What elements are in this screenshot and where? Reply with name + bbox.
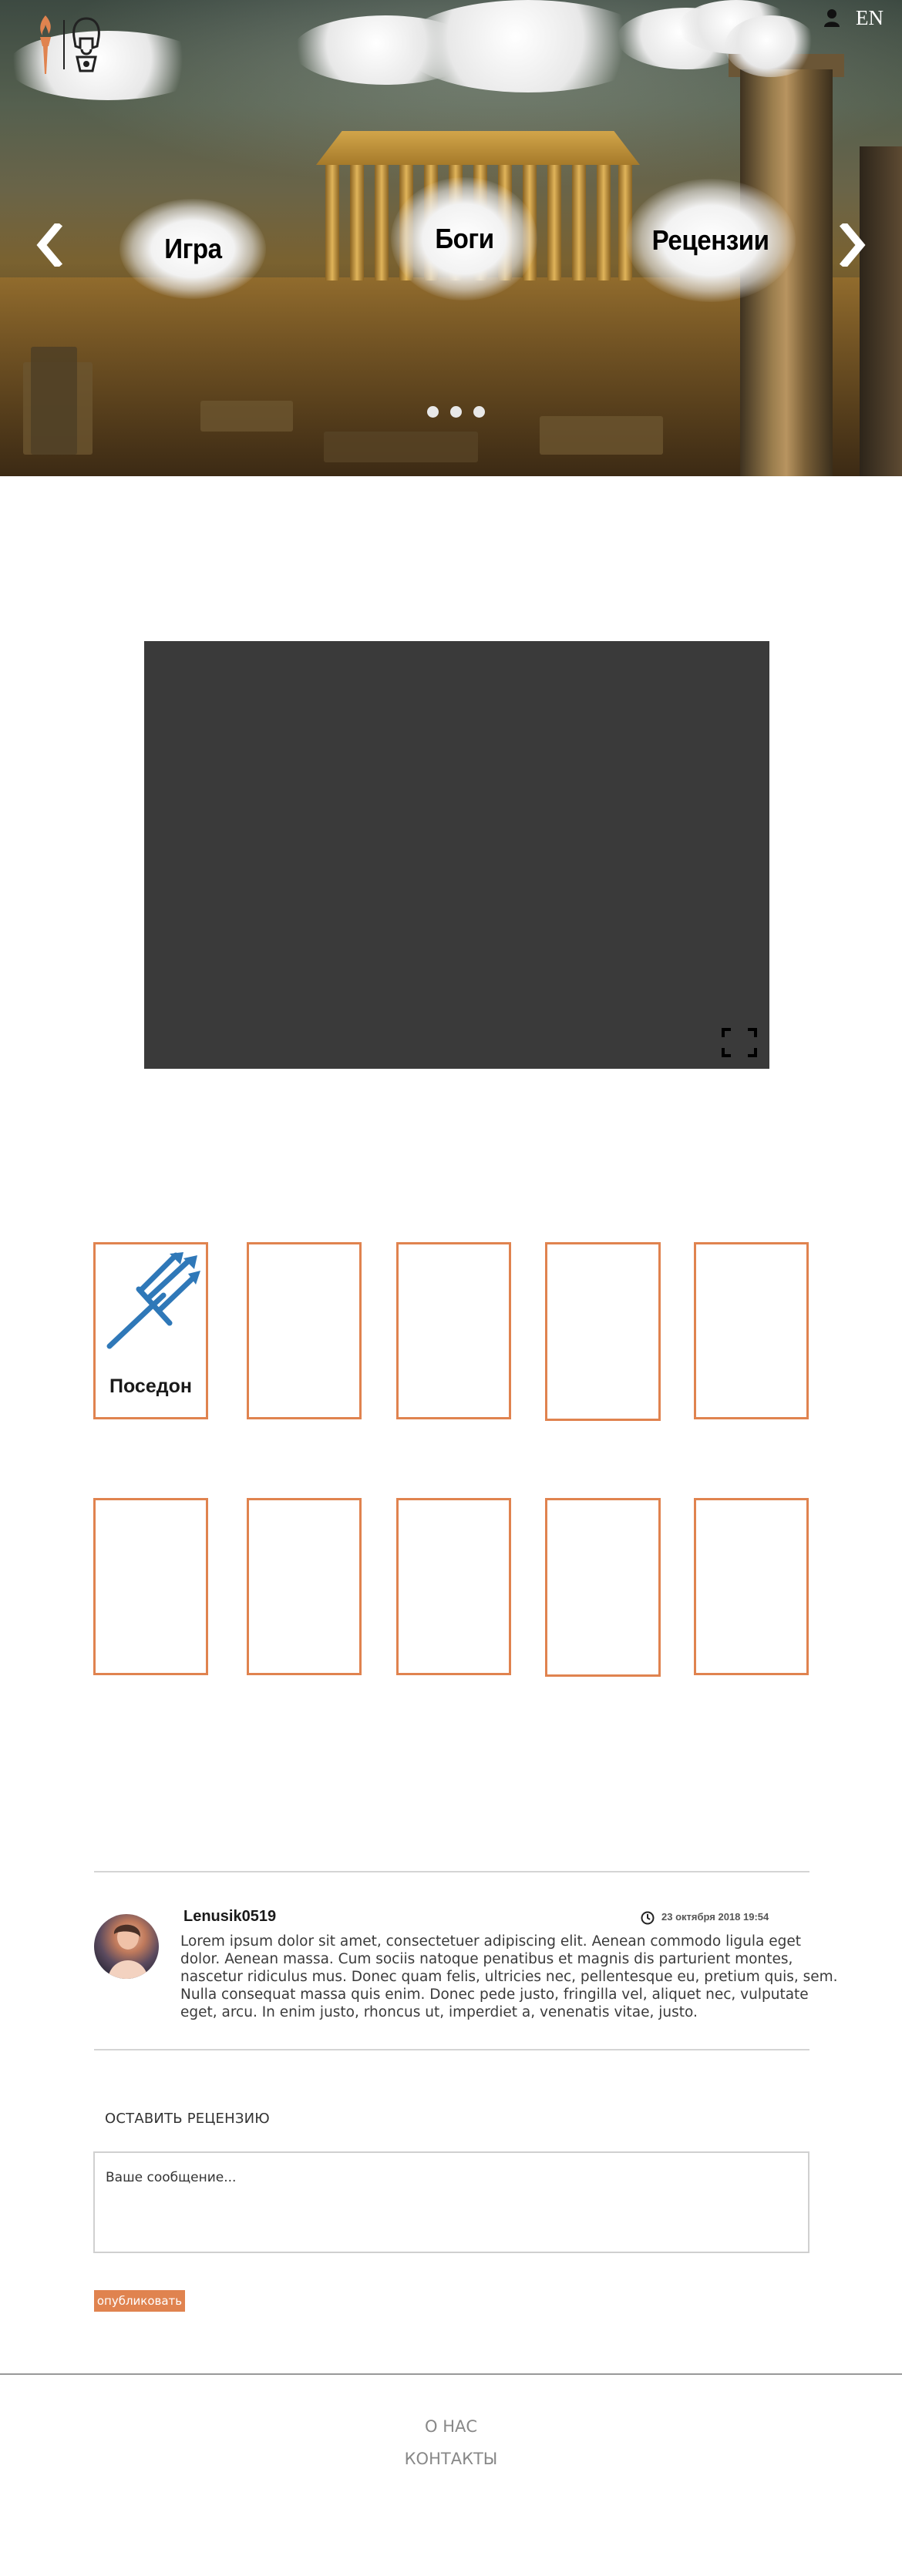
site-logo[interactable] (31, 11, 108, 80)
god-card[interactable] (694, 1242, 809, 1419)
nav-item-gods[interactable]: Боги (391, 177, 537, 301)
god-card[interactable] (247, 1498, 362, 1675)
avatar (94, 1914, 159, 1979)
god-card[interactable] (247, 1242, 362, 1419)
slider-dot[interactable] (450, 406, 462, 418)
god-card[interactable] (396, 1498, 511, 1675)
review-text: Lorem ipsum dolor sit amet, consectetuer… (180, 1933, 838, 2020)
footer-link-about[interactable]: О НАС (0, 2417, 902, 2436)
slider-next-arrow-icon[interactable] (836, 223, 870, 267)
nav-item-reviews[interactable]: Рецензии (626, 179, 796, 302)
god-card-poseidon[interactable]: Поседон (93, 1242, 208, 1419)
avatar-figure-icon (108, 1924, 148, 1979)
language-switch[interactable]: EN (856, 6, 883, 30)
nav-item-game[interactable]: Игра (119, 199, 266, 299)
god-card[interactable] (93, 1498, 208, 1675)
hero-banner: EN Игра Боги Рецензии (0, 0, 902, 476)
god-card-name: Поседон (109, 1375, 192, 1397)
slider-dots (427, 406, 485, 418)
leave-review-heading: ОСТАВИТЬ РЕЦЕНЗИЮ (105, 2111, 270, 2127)
decor-cloud (725, 15, 817, 77)
divider (94, 2049, 809, 2050)
footer-link-contacts[interactable]: КОНТАКТЫ (0, 2450, 902, 2468)
clock-icon (641, 1911, 655, 1925)
review-message-input[interactable] (93, 2151, 809, 2253)
fullscreen-icon[interactable] (722, 1028, 757, 1057)
helmet-icon (72, 17, 100, 72)
decor-rubble (324, 432, 478, 462)
decor-rubble (31, 347, 77, 455)
video-player[interactable] (144, 641, 769, 1069)
slider-prev-arrow-icon[interactable] (32, 223, 66, 267)
god-card[interactable] (694, 1498, 809, 1675)
user-icon[interactable] (823, 8, 840, 28)
review-date: 23 октября 2018 19:54 (661, 1911, 769, 1923)
slider-dot[interactable] (473, 406, 485, 418)
god-card[interactable] (396, 1242, 511, 1419)
decor-pillar (860, 146, 902, 476)
divider (94, 1871, 809, 1872)
god-card[interactable] (545, 1498, 661, 1677)
logo-separator (63, 20, 65, 69)
footer-divider (0, 2373, 902, 2375)
decor-rubble (200, 401, 293, 432)
nav-item-label: Рецензии (651, 224, 769, 256)
publish-button[interactable]: опубликовать (94, 2290, 185, 2312)
torch-icon (40, 15, 51, 74)
decor-rubble (540, 416, 663, 455)
nav-item-label: Игра (163, 233, 222, 264)
decor-cloud (401, 0, 655, 92)
nav-item-label: Боги (434, 223, 494, 254)
slider-dot[interactable] (427, 406, 439, 418)
god-card[interactable] (545, 1242, 661, 1421)
review-username: Lenusik0519 (183, 1908, 277, 1925)
trident-icon (106, 1252, 200, 1349)
